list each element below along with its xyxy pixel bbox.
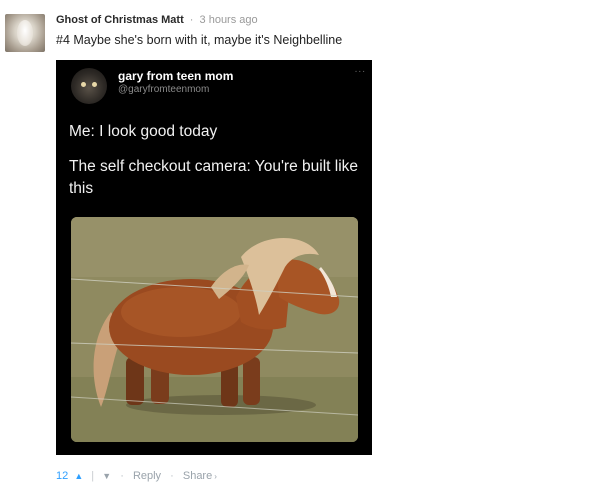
meta-separator: ·	[189, 14, 194, 26]
pony-illustration	[71, 217, 358, 442]
comment-text: #4 Maybe she's born with it, maybe it's …	[56, 33, 343, 47]
tweet-display-name: gary from teen mom	[118, 69, 234, 83]
reply-button[interactable]: Reply	[133, 470, 161, 482]
vote-count: 12	[56, 470, 69, 483]
comment-avatar[interactable]	[5, 14, 45, 52]
share-label: Share	[182, 470, 213, 483]
share-button[interactable]: Share ›	[183, 470, 217, 482]
embedded-tweet-image[interactable]: gary from teen mom @garyfromteenmom ... …	[56, 60, 372, 455]
chevron-up-icon[interactable]: ▲	[74, 471, 83, 481]
chevron-down-icon[interactable]: ▼	[102, 471, 111, 481]
action-separator: ·	[120, 470, 124, 483]
more-icon: ...	[354, 64, 366, 75]
comment-timestamp[interactable]: 3 hours ago	[200, 14, 258, 26]
vote-divider: |	[91, 470, 95, 483]
action-separator: ·	[170, 470, 174, 483]
avatar-eye-right	[92, 82, 97, 87]
tweet-avatar	[71, 68, 107, 104]
pony-photo	[71, 217, 358, 442]
comment-actions: 12 ▲ | ▼ · Reply · Share ›	[56, 470, 217, 482]
tweet-handle: @garyfromteenmom	[118, 84, 210, 95]
caret-right-icon: ›	[214, 471, 217, 481]
tweet-line-1: Me: I look good today	[69, 123, 218, 140]
comment-username[interactable]: Ghost of Christmas Matt	[56, 14, 184, 26]
comment-meta: Ghost of Christmas Matt · 3 hours ago	[56, 14, 258, 26]
tweet-line-2: The self checkout camera: You're built l…	[69, 158, 359, 197]
avatar-eye-left	[81, 82, 86, 87]
